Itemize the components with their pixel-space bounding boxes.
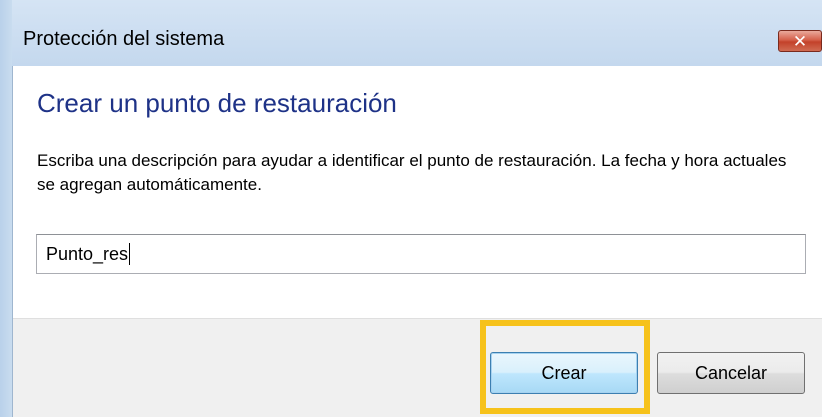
window-title: Protección del sistema <box>23 28 225 50</box>
restore-point-description-input[interactable]: Punto_res <box>36 234 806 274</box>
close-icon: ✕ <box>792 32 808 51</box>
cancel-button[interactable]: Cancelar <box>657 352 805 394</box>
button-bar: Crear Cancelar <box>13 318 822 417</box>
close-button[interactable]: ✕ <box>778 30 822 52</box>
title-bar[interactable]: Protección del sistema ✕ <box>12 0 822 66</box>
dialog-description: Escriba una descripción para ayudar a id… <box>37 151 787 194</box>
input-value: Punto_res <box>46 244 129 264</box>
dialog-heading: Crear un punto de restauración <box>37 88 397 118</box>
dialog-window: Protección del sistema ✕ Crear un punto … <box>0 0 822 417</box>
text-caret <box>129 243 131 265</box>
create-button[interactable]: Crear <box>490 352 638 394</box>
